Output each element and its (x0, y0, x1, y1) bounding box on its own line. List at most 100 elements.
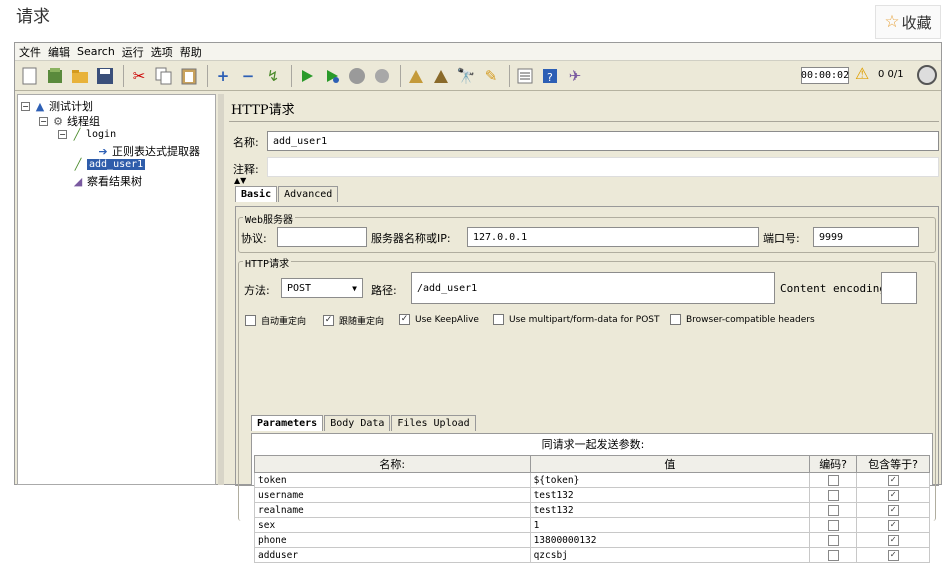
menu-options[interactable]: 选项 (151, 44, 173, 60)
param-value[interactable]: ${token} (529, 472, 811, 488)
include-equals-checkbox[interactable]: ✓ (887, 504, 899, 516)
table-row[interactable]: token ${token} ✓ (254, 472, 930, 488)
menu-help[interactable]: 帮助 (180, 44, 202, 60)
table-row[interactable]: phone 13800000132 ✓ (254, 532, 930, 548)
collapse-icon[interactable]: − (237, 65, 259, 87)
tab-files-upload[interactable]: Files Upload (391, 415, 476, 431)
table-row[interactable]: username test132 ✓ (254, 487, 930, 503)
include-equals-cell[interactable]: ✓ (856, 532, 930, 548)
function-helper-icon[interactable] (514, 65, 536, 87)
param-value[interactable]: test132 (529, 502, 811, 518)
encode-checkbox[interactable] (827, 474, 839, 486)
tree-node-regex-extractor[interactable]: ➔ 正则表达式提取器 (96, 143, 200, 159)
table-row[interactable]: sex 1 ✓ (254, 517, 930, 533)
include-equals-cell[interactable]: ✓ (856, 547, 930, 563)
param-value[interactable]: qzcsbj (529, 547, 811, 563)
encode-cell[interactable] (809, 517, 858, 533)
menu-edit[interactable]: 编辑 (48, 44, 70, 60)
include-equals-checkbox[interactable]: ✓ (887, 549, 899, 561)
checkbox-box[interactable]: ✓ (323, 315, 334, 326)
encode-cell[interactable] (809, 487, 858, 503)
include-equals-cell[interactable]: ✓ (856, 517, 930, 533)
open-icon[interactable] (69, 65, 91, 87)
include-equals-cell[interactable]: ✓ (856, 502, 930, 518)
column-header-include-equals[interactable]: 包含等于? (856, 455, 930, 473)
cut-icon[interactable]: ✂ (128, 65, 150, 87)
column-header-encode[interactable]: 编码? (809, 455, 858, 473)
collapse-toggle-icon[interactable]: − (21, 101, 30, 111)
expand-icon[interactable]: + (212, 65, 234, 87)
status-globe-icon[interactable] (917, 65, 937, 85)
tree-node-test-plan[interactable]: − ▲ 测试计划 (21, 98, 93, 114)
copy-icon[interactable] (153, 65, 175, 87)
encode-cell[interactable] (809, 532, 858, 548)
clear-icon[interactable] (405, 65, 427, 87)
menu-run[interactable]: 运行 (122, 44, 144, 60)
encode-cell[interactable] (809, 547, 858, 563)
server-field[interactable]: 127.0.0.1 (467, 227, 759, 247)
path-field[interactable]: /add_user1 (411, 272, 775, 304)
templates-icon[interactable] (44, 65, 66, 87)
tab-advanced[interactable]: Advanced (278, 186, 339, 202)
tab-parameters[interactable]: Parameters (251, 415, 324, 431)
checkbox-browser-headers[interactable]: Browser-compatible headers (670, 314, 815, 325)
column-header-name[interactable]: 名称: (254, 455, 531, 473)
checkbox-multipart[interactable]: Use multipart/form-data for POST (493, 314, 660, 325)
include-equals-checkbox[interactable]: ✓ (887, 489, 899, 501)
tree-node-login[interactable]: − ╱ login (58, 128, 116, 141)
encode-checkbox[interactable] (827, 519, 839, 531)
param-name[interactable]: realname (254, 502, 531, 518)
remote-icon[interactable]: ✈ (564, 65, 586, 87)
shutdown-icon[interactable] (371, 65, 393, 87)
paste-icon[interactable] (178, 65, 200, 87)
checkbox-box[interactable] (493, 314, 504, 325)
stop-icon[interactable] (346, 65, 368, 87)
name-field[interactable]: add_user1 (267, 131, 939, 151)
param-value[interactable]: 13800000132 (529, 532, 811, 548)
encode-checkbox[interactable] (827, 489, 839, 501)
include-equals-checkbox[interactable]: ✓ (887, 534, 899, 546)
table-row[interactable]: realname test132 ✓ (254, 502, 930, 518)
checkbox-keepalive[interactable]: ✓ Use KeepAlive (399, 314, 479, 325)
checkbox-auto-redirect[interactable]: 自动重定向 (245, 314, 306, 327)
protocol-field[interactable] (277, 227, 367, 247)
encode-checkbox[interactable] (827, 504, 839, 516)
split-pane-divider[interactable] (218, 94, 224, 485)
clear-all-icon[interactable] (430, 65, 452, 87)
column-header-value[interactable]: 值 (529, 455, 811, 473)
collapse-toggle-icon[interactable]: − (39, 116, 48, 126)
favorite-button[interactable]: ☆ 收藏 (875, 5, 941, 39)
toggle-icon[interactable]: ↯ (262, 65, 284, 87)
checkbox-box[interactable]: ✓ (399, 314, 410, 325)
table-row[interactable]: adduser qzcsbj ✓ (254, 547, 930, 563)
encode-checkbox[interactable] (827, 534, 839, 546)
param-name[interactable]: username (254, 487, 531, 503)
include-equals-checkbox[interactable]: ✓ (887, 519, 899, 531)
start-icon[interactable] (296, 65, 318, 87)
tree-node-add-user1[interactable]: ╱ add_user1 (71, 158, 146, 171)
method-select[interactable]: POST ▼ (281, 278, 363, 298)
param-name[interactable]: adduser (254, 547, 531, 563)
include-equals-cell[interactable]: ✓ (856, 472, 930, 488)
param-value[interactable]: 1 (529, 517, 811, 533)
port-field[interactable]: 9999 (813, 227, 919, 247)
include-equals-checkbox[interactable]: ✓ (887, 474, 899, 486)
encode-cell[interactable] (809, 472, 858, 488)
include-equals-cell[interactable]: ✓ (856, 487, 930, 503)
tree-node-thread-group[interactable]: − ⚙ 线程组 (39, 113, 100, 129)
menu-file[interactable]: 文件 (19, 44, 41, 60)
checkbox-box[interactable] (670, 314, 681, 325)
new-icon[interactable] (19, 65, 41, 87)
tab-body-data[interactable]: Body Data (324, 415, 391, 431)
warning-icon[interactable]: ⚠ (855, 64, 869, 83)
collapse-toggle-icon[interactable]: − (58, 130, 67, 139)
help-icon[interactable]: ? (539, 65, 561, 87)
param-name[interactable]: token (254, 472, 531, 488)
collapse-arrows-icon[interactable]: ▲▼ (234, 176, 246, 185)
content-encoding-field[interactable] (881, 272, 917, 304)
save-icon[interactable] (94, 65, 116, 87)
reset-search-icon[interactable]: ✎ (480, 65, 502, 87)
search-icon[interactable]: 🔭 (455, 65, 477, 87)
encode-checkbox[interactable] (827, 549, 839, 561)
param-name[interactable]: phone (254, 532, 531, 548)
